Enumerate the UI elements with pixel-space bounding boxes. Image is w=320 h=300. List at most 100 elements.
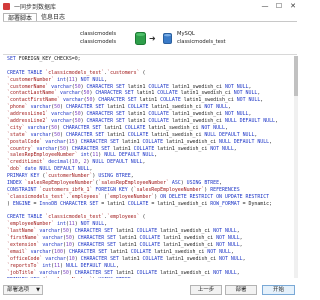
prev-button[interactable]: 上一步 [190,285,222,295]
script-token: latin1_swedish_ci [157,145,208,152]
script-token: CHARACTER SET [83,111,128,118]
script-token: COLLATE [139,138,167,145]
script-token: varchar [33,145,58,152]
script-token: , [254,131,258,138]
script-token: ROW_FORMAT [207,200,240,207]
script-token: COLLATE [124,200,149,207]
script-token: NOT NULL [216,255,243,262]
script-token: `employeeNumber` [45,277,92,279]
script-token: CHARACTER SET [74,235,119,242]
script-token: , [236,269,240,276]
script-token: INDEX [7,180,25,187]
script-token: varchar [39,235,63,242]
script-token: , [89,166,93,173]
script-token: latin1 [127,111,146,118]
script-token: CHARACTER SET [62,131,108,138]
script-token: CHARACTER SET [83,83,128,90]
script-token: varchar [27,104,52,111]
script-line: `officeCode` varchar(10) CHARACTER SET l… [7,256,293,263]
script-token: NOT NULL [201,104,228,111]
script-line: PRIMARY KEY (`customerNumber`) USING BTR… [7,173,293,180]
script-token: `customers_ibfk_1` [39,186,93,193]
script-token: NULL DEFAULT NULL [89,159,143,166]
script-token: `officeCode` [7,255,43,262]
script-token: latin1 [107,131,125,138]
script-token: `classicmodels_test` [45,214,105,221]
script-token: COLLATE [145,111,172,118]
script-token: CREATE TABLE [7,69,46,76]
script-token: `dob` [7,166,22,173]
script-token: 100 [54,248,63,255]
script-line: `phone` varchar(50) CHARACTER SET latin1… [7,104,293,111]
script-token: varchar [36,228,61,235]
script-token: , [130,173,134,180]
script-line: `lastName` varchar(50) CHARACTER SET lat… [7,228,293,235]
script-token: `addressLine1` [7,111,49,118]
script-token: USING BTREE [95,277,130,279]
script-token: CHARACTER SET [77,255,122,262]
script-line: `employeeNumber` int(11) NOT NULL, [7,221,293,228]
script-token: NULL DEFAULT NULL [62,262,116,269]
script-token: CONSTRAINT [7,186,40,193]
script-token: varchar [24,124,49,131]
script-token: latin1_swedish_ci [180,90,231,97]
script-token: CHARACTER SET [62,104,108,111]
script-token: latin1_swedish_ci [163,235,214,242]
minimize-icon[interactable]: — [258,0,272,12]
target-database: MySQL classicmodels_test [177,30,237,46]
script-line: `addressLine2` varchar(50) CHARACTER SET… [7,118,293,125]
script-token: latin1 [115,269,134,276]
maximize-icon[interactable]: ☐ [272,0,286,12]
script-token: `addressLine2` [7,118,49,125]
deploy-options-select[interactable]: 部署选项 ▼ [3,285,43,295]
script-token: , [242,255,246,262]
script-token: NULL DEFAULT NULL [216,138,270,145]
script-token: int [54,76,66,83]
target-schema: classicmodels_test [177,39,226,45]
script-token: , [257,90,261,97]
script-line: `reportsTo` int(11) NULL DEFAULT NULL, [7,263,293,270]
scrollbar-thumb[interactable] [294,56,298,96]
script-token: REFERENCES [207,186,243,193]
script-line: `customerName` varchar(50) CHARACTER SET… [7,84,293,91]
script-editor[interactable]: SET FOREIGN_KEY_CHECKS=0; CREATE TABLE `c… [7,56,293,278]
script-token: , [154,152,158,159]
close-icon[interactable]: ✕ [286,0,300,12]
script-token: COLLATE [136,242,164,249]
script-token: varchar [42,255,66,262]
script-token: latin1 [110,248,128,255]
script-token: latin1 [107,104,125,111]
script-token: varchar [48,111,72,118]
script-token: , [248,111,252,118]
deploy-options-value: 部署选项 [7,287,30,293]
script-token: COLLATE [130,145,158,152]
script-token: `salesRepEmployeeNumber` [24,180,96,187]
bottom-bar: 部署选项 ▼ 上一步 部署 开始 [0,283,300,297]
script-token: CHARACTER SET [68,145,114,152]
script-token: int [39,262,52,269]
deploy-button[interactable]: 部署 [225,285,257,295]
script-token: `customerNumber` [45,173,93,180]
script-token: NOT NULL [77,221,105,228]
script-line: `contactFirstName` varchar(50) CHARACTER… [7,97,293,104]
vertical-scrollbar[interactable] [294,56,298,278]
script-token: , [275,118,278,125]
chevron-down-icon: ▼ [36,287,40,293]
script-line: SET FOREIGN_KEY_CHECKS=0; [7,56,293,63]
script-line: CONSTRAINT `customers_ibfk_1` FOREIGN KE… [7,187,293,194]
script-token: NOT NULL [222,83,249,90]
script-token: FOREIGN KEY [92,186,131,193]
script-token: NOT NULL [210,269,237,276]
script-token: CHARACTER SET [83,118,128,125]
script-token: ( [139,214,146,221]
script-line: PRIMARY KEY (`employeeNumber`) USING BTR… [7,277,293,279]
script-token: `country` [7,145,34,152]
script-token: COLLATE [136,235,164,242]
app-icon [3,2,10,10]
script-line: `city` varchar(50) CHARACTER SET latin1 … [7,125,293,132]
script-token: `state` [7,131,28,138]
script-token: , [233,145,237,152]
script-token: `customerNumber` [7,76,55,83]
script-token: , [269,138,273,145]
start-button[interactable]: 开始 [262,285,295,295]
